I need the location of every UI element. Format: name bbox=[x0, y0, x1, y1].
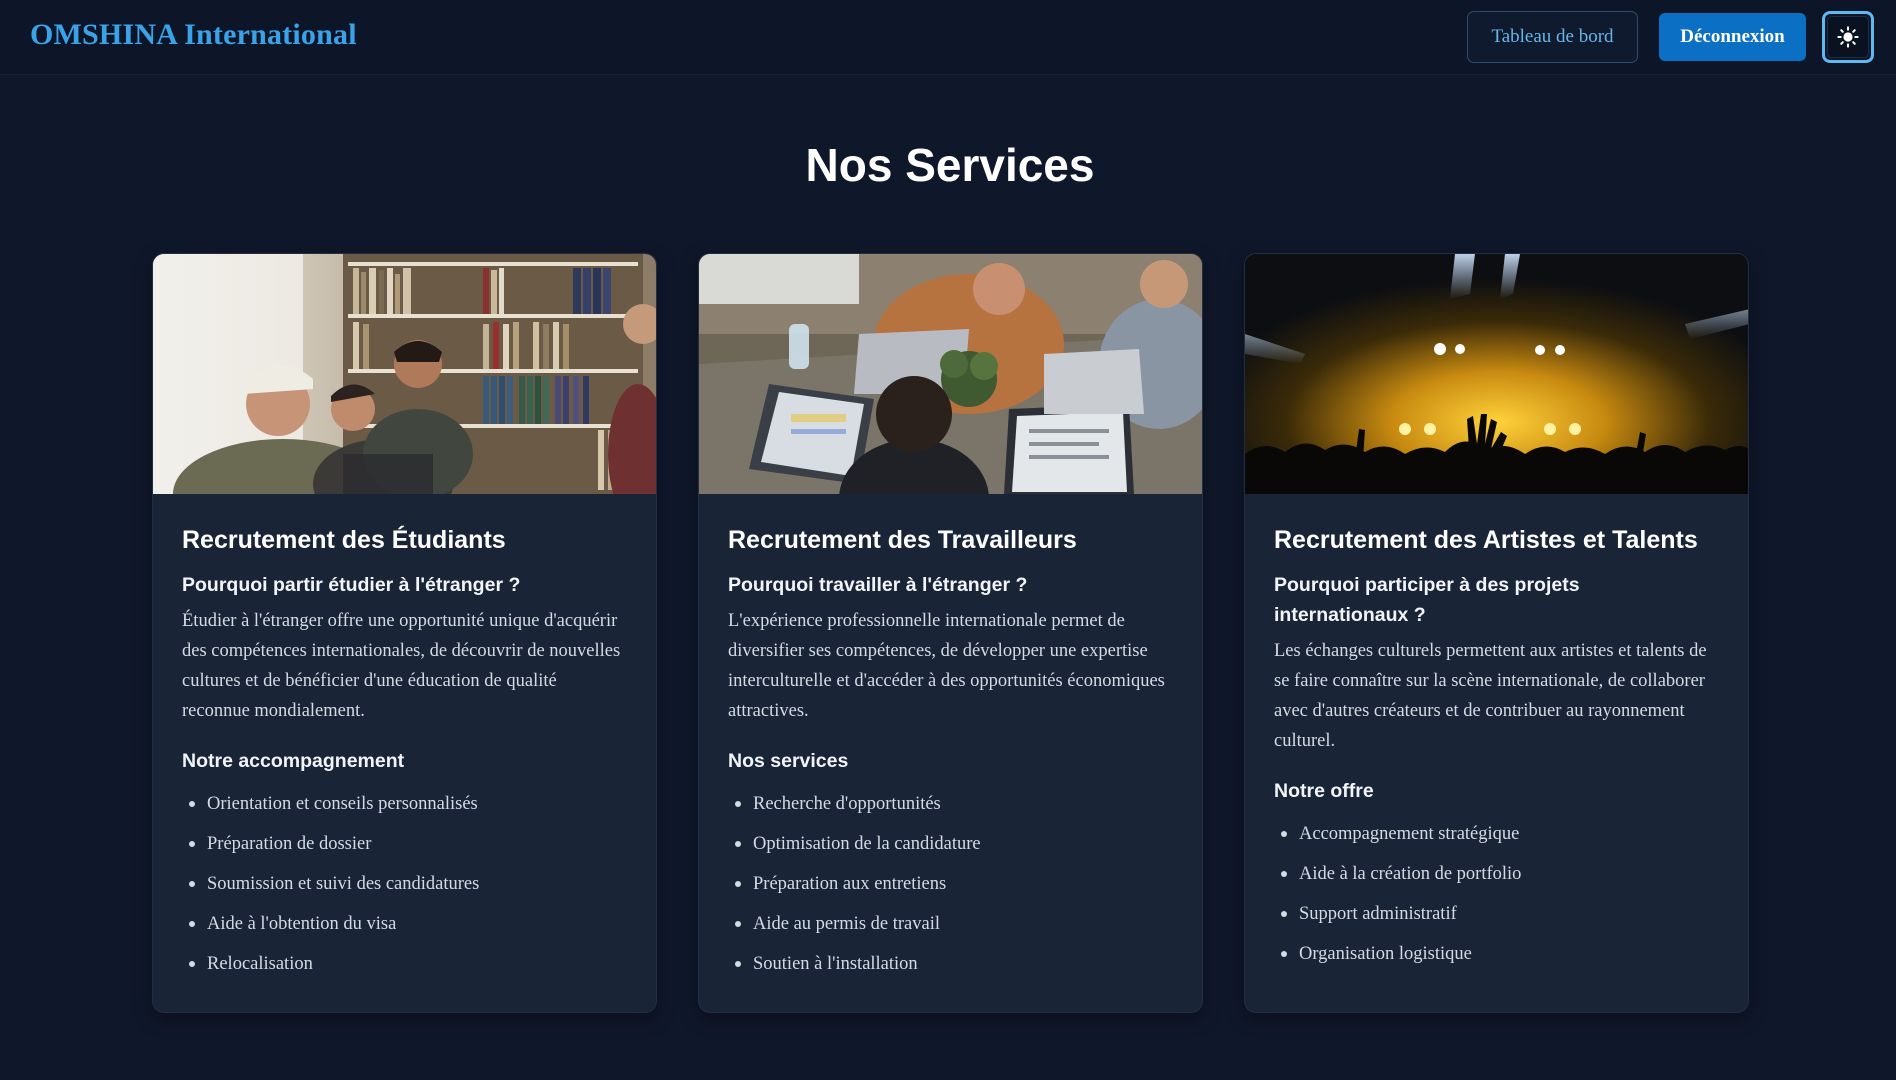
card-question: Pourquoi partir étudier à l'étranger ? bbox=[182, 574, 521, 596]
workers-photo bbox=[699, 254, 1202, 494]
concert-photo bbox=[1245, 254, 1748, 494]
list-item: Recherche d'opportunités bbox=[728, 784, 1173, 824]
sun-icon bbox=[1837, 26, 1859, 48]
card-title: Recrutement des Artistes et Talents bbox=[1274, 526, 1698, 554]
service-card-students: Recrutement des Étudiants Pourquoi parti… bbox=[152, 253, 657, 1013]
service-card-workers: Recrutement des Travailleurs Pourquoi tr… bbox=[698, 253, 1203, 1013]
list-item: Orientation et conseils personnalisés bbox=[182, 784, 627, 824]
list-item: Optimisation de la candidature bbox=[728, 824, 1173, 864]
list-item: Aide au permis de travail bbox=[728, 904, 1173, 944]
list-item: Accompagnement stratégique bbox=[1274, 814, 1719, 854]
card-list-title: Nos services bbox=[728, 750, 849, 772]
page-title: Nos Services bbox=[805, 139, 1095, 191]
theme-toggle-button[interactable] bbox=[1822, 11, 1874, 63]
list-item: Support administratif bbox=[1274, 894, 1719, 934]
list-item: Aide à la création de portfolio bbox=[1274, 854, 1719, 894]
list-item: Soutien à l'installation bbox=[728, 944, 1173, 984]
brand-logo[interactable]: OMSHINA International bbox=[30, 18, 357, 52]
card-list-title: Notre offre bbox=[1274, 780, 1374, 802]
top-navbar: OMSHINA International Tableau de bord Dé… bbox=[0, 0, 1896, 75]
list-item: Relocalisation bbox=[182, 944, 627, 984]
list-item: Soumission et suivi des candidatures bbox=[182, 864, 627, 904]
list-item: Préparation aux entretiens bbox=[728, 864, 1173, 904]
list-item: Préparation de dossier bbox=[182, 824, 627, 864]
card-description: L'expérience professionnelle internation… bbox=[728, 611, 1165, 721]
card-title: Recrutement des Travailleurs bbox=[728, 526, 1077, 554]
service-card-artists: Recrutement des Artistes et Talents Pour… bbox=[1244, 253, 1749, 1013]
card-description: Étudier à l'étranger offre une opportuni… bbox=[182, 611, 621, 721]
card-question: Pourquoi participer à des projets intern… bbox=[1274, 574, 1580, 626]
card-list: Accompagnement stratégique Aide à la cré… bbox=[1274, 814, 1719, 974]
students-photo bbox=[153, 254, 656, 494]
card-list-title: Notre accompagnement bbox=[182, 750, 405, 772]
card-description: Les échanges culturels permettent aux ar… bbox=[1274, 641, 1707, 751]
card-title: Recrutement des Étudiants bbox=[182, 526, 506, 554]
card-list: Orientation et conseils personnalisés Pr… bbox=[182, 784, 627, 984]
logout-button[interactable]: Déconnexion bbox=[1659, 13, 1806, 61]
card-question: Pourquoi travailler à l'étranger ? bbox=[728, 574, 1028, 596]
list-item: Aide à l'obtention du visa bbox=[182, 904, 627, 944]
list-item: Organisation logistique bbox=[1274, 934, 1719, 974]
dashboard-button[interactable]: Tableau de bord bbox=[1467, 11, 1638, 63]
card-list: Recherche d'opportunités Optimisation de… bbox=[728, 784, 1173, 984]
